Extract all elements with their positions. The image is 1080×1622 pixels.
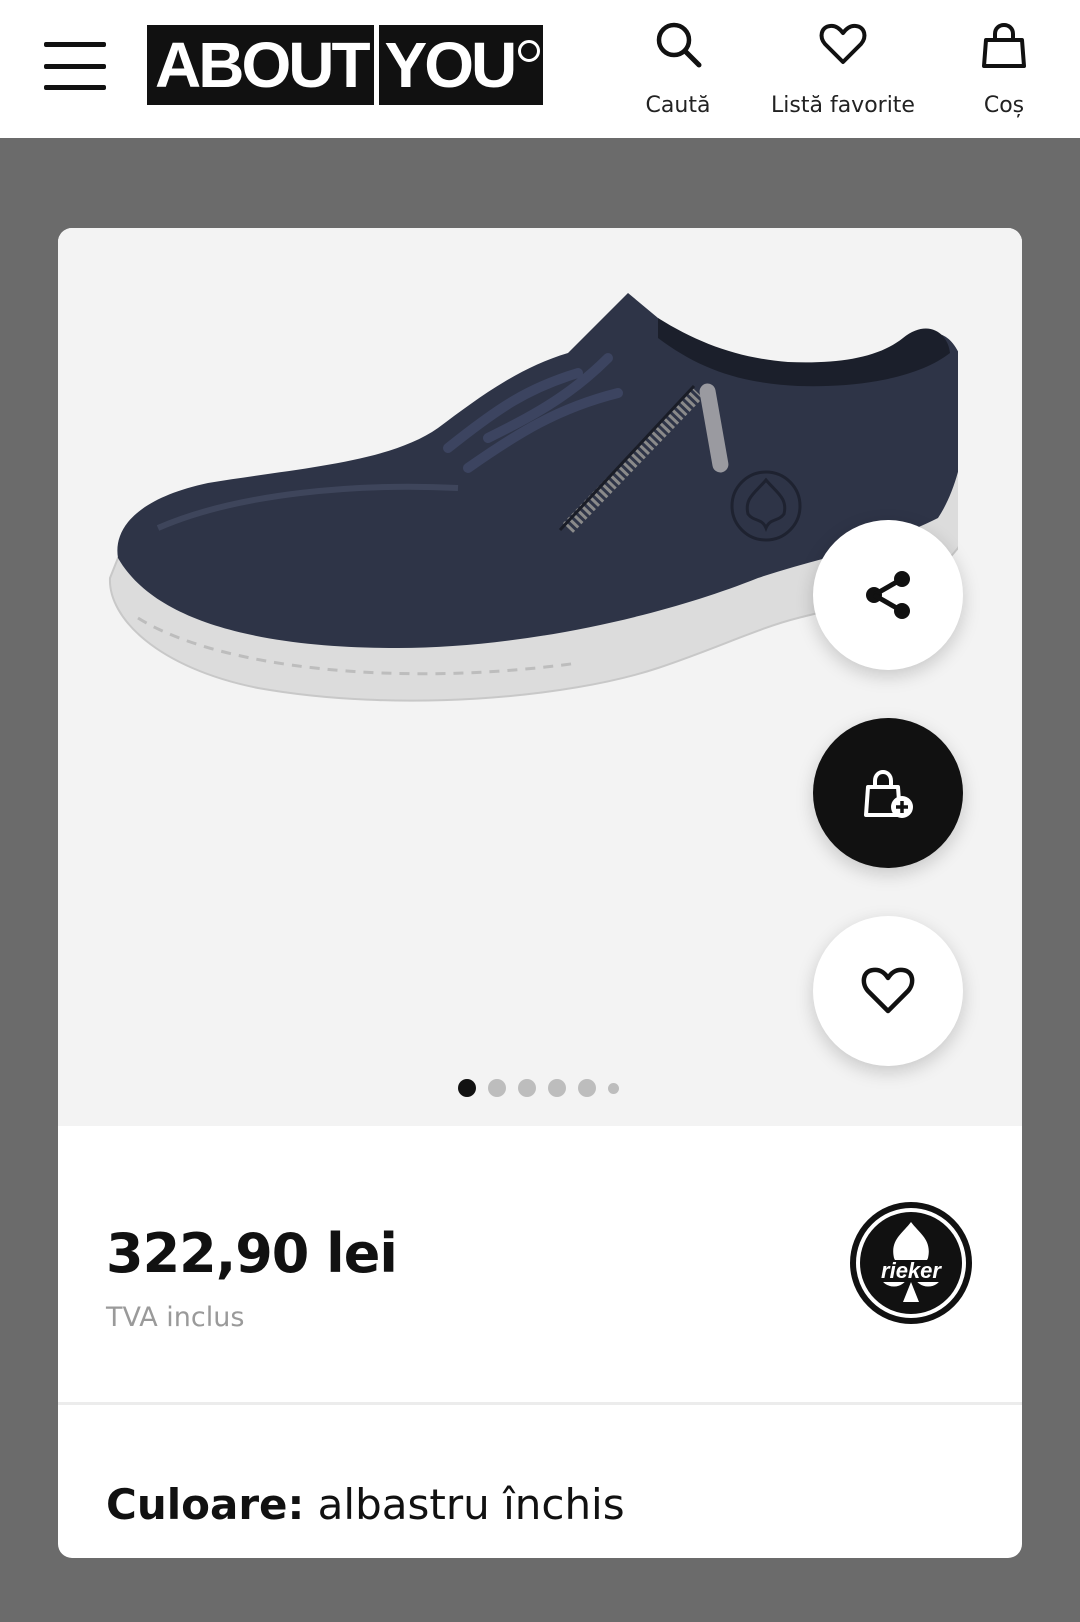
search-icon [656,22,702,68]
favorites-label: Listă favorite [771,93,915,118]
search-label: Caută [645,93,711,118]
gallery-dot[interactable] [458,1079,476,1097]
add-to-favorites-button[interactable] [813,916,963,1066]
gallery-dot[interactable] [578,1079,596,1097]
share-icon [866,571,910,619]
vat-note: TVA inclus [106,1302,245,1333]
brand-logo-text: rieker [881,1258,942,1283]
bag-add-icon [864,770,913,818]
color-info: Culoare: albastru închis [106,1480,625,1529]
search-button[interactable]: Caută [630,18,726,118]
divider [58,1402,1022,1405]
share-button[interactable] [813,520,963,670]
gallery-dot[interactable] [518,1079,536,1097]
heart-icon [861,967,915,1014]
product-image [108,293,958,702]
product-price: 322,90 lei [106,1222,398,1285]
gallery-dot[interactable] [548,1079,566,1097]
cart-button[interactable]: Coș [968,18,1040,118]
logo-text-about: ABOUT [155,29,371,101]
bag-icon [982,23,1026,68]
gallery-dot[interactable] [608,1082,619,1094]
top-bar: ABOUT YOU Caută Listă favorite Coș [0,0,1080,138]
menu-icon[interactable] [44,42,106,90]
add-to-bag-button[interactable] [813,718,963,868]
cart-label: Coș [983,93,1025,118]
brand-logo[interactable]: rieker [848,1200,974,1326]
gallery-dot[interactable] [488,1079,506,1097]
color-value: albastru închis [317,1480,625,1529]
about-you-logo[interactable]: ABOUT YOU [147,25,543,105]
logo-text-you: YOU [384,29,518,101]
favorites-button[interactable]: Listă favorite [752,18,934,118]
color-label: Culoare: [106,1480,305,1529]
heart-icon [819,23,867,64]
product-card: 322,90 lei TVA inclus rieker Culoare: al… [58,228,1022,1558]
product-image-gallery[interactable] [58,228,1022,1126]
price-section: 322,90 lei TVA inclus rieker [58,1126,1022,1402]
gallery-pagination [458,1078,628,1098]
